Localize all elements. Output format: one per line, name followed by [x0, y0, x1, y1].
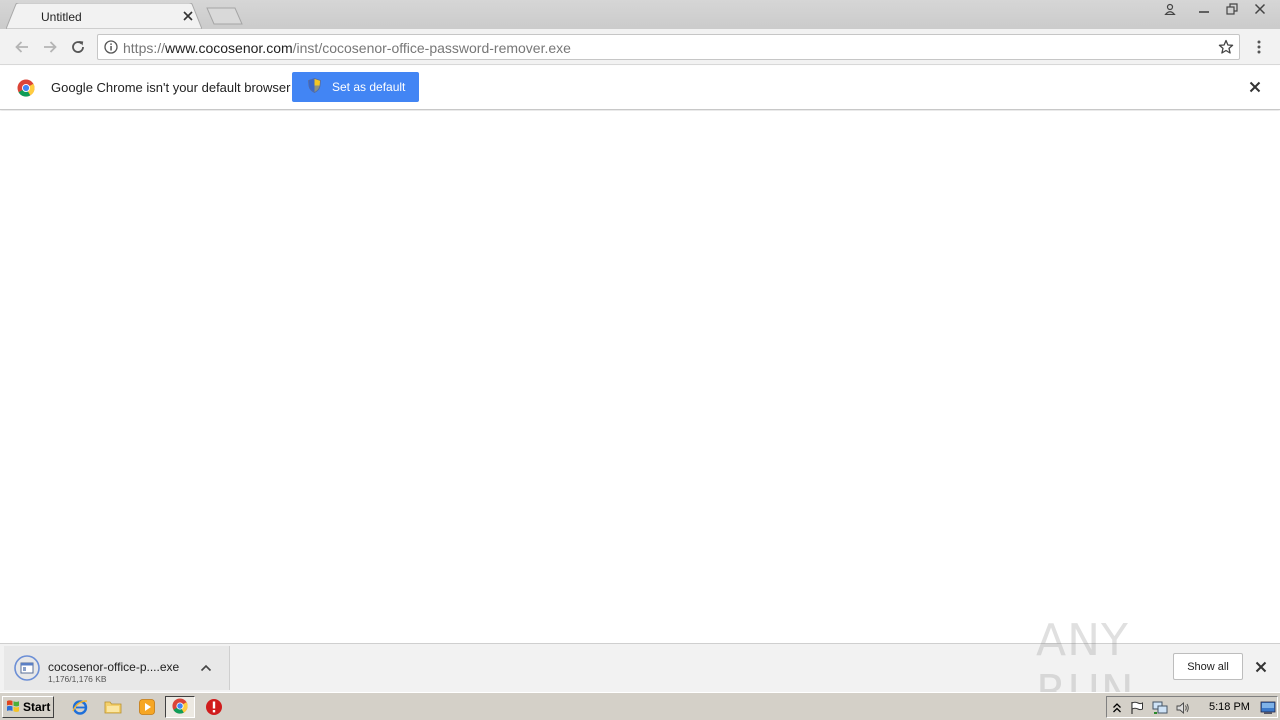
- folder-icon[interactable]: [103, 697, 123, 717]
- stop-icon[interactable]: [204, 697, 224, 717]
- browser-toolbar: https://www.cocosenor.com/inst/cocosenor…: [0, 29, 1280, 65]
- file-icon: [14, 655, 40, 684]
- system-tray: 5:18 PM: [1106, 696, 1278, 718]
- chrome-taskbar-icon: [172, 697, 188, 717]
- set-as-default-button[interactable]: Set as default: [292, 72, 419, 102]
- clock[interactable]: 5:18 PM: [1209, 701, 1250, 713]
- url-path: /inst/cocosenor-office-password-remover.…: [292, 40, 571, 56]
- volume-icon[interactable]: [1175, 700, 1191, 716]
- address-bar[interactable]: https://www.cocosenor.com/inst/cocosenor…: [97, 34, 1240, 60]
- start-flag-icon: [6, 699, 20, 716]
- show-all-button[interactable]: Show all: [1173, 653, 1243, 680]
- media-player-icon[interactable]: [137, 697, 157, 717]
- tab-close-icon[interactable]: [181, 9, 195, 23]
- tab-untitled[interactable]: Untitled: [6, 3, 202, 29]
- browser-window: Untitled https://www.cocosenor.com/inst/…: [0, 0, 1280, 720]
- page-content[interactable]: [0, 111, 1280, 643]
- tab-title: Untitled: [41, 10, 82, 24]
- star-icon[interactable]: [1218, 39, 1234, 58]
- forward-icon[interactable]: [40, 37, 60, 57]
- network-icon[interactable]: [1152, 700, 1168, 716]
- shield-icon: [308, 78, 321, 96]
- flag-icon[interactable]: [1129, 700, 1145, 716]
- download-item[interactable]: cocosenor-office-p....exe 1,176/1,176 KB: [4, 646, 230, 690]
- chrome-icon: [17, 79, 35, 100]
- back-icon[interactable]: [12, 37, 32, 57]
- ie-icon[interactable]: [70, 697, 90, 717]
- download-filename: cocosenor-office-p....exe: [48, 660, 180, 674]
- restore-icon[interactable]: [1218, 0, 1246, 18]
- user-icon[interactable]: [1156, 0, 1184, 18]
- set-as-default-label: Set as default: [332, 80, 406, 94]
- default-browser-infobar: Google Chrome isn't your default browser…: [0, 66, 1280, 110]
- minimize-icon[interactable]: [1190, 0, 1218, 18]
- chrome-taskbar-button[interactable]: [165, 696, 195, 718]
- url-host: www.cocosenor.com: [165, 40, 293, 56]
- tab-shape: [6, 3, 202, 29]
- start-label: Start: [23, 700, 51, 714]
- reload-icon[interactable]: [68, 37, 88, 57]
- info-icon[interactable]: [104, 40, 118, 57]
- desktop-icon[interactable]: [1260, 700, 1276, 716]
- start-button[interactable]: Start: [2, 696, 54, 718]
- infobar-close-icon[interactable]: [1248, 80, 1262, 97]
- chevron-up-tray-icon[interactable]: [1109, 700, 1125, 716]
- menu-icon[interactable]: [1250, 37, 1268, 57]
- new-tab-button[interactable]: [205, 7, 245, 25]
- window-controls: [1156, 0, 1274, 18]
- window-close-icon[interactable]: [1246, 0, 1274, 18]
- url-text[interactable]: https://www.cocosenor.com/inst/cocosenor…: [123, 40, 571, 56]
- chevron-up-icon[interactable]: [200, 662, 212, 676]
- download-progress: 1,176/1,176 KB: [48, 674, 107, 684]
- taskbar: Start 5:18 PM: [0, 692, 1280, 720]
- infobar-message: Google Chrome isn't your default browser: [51, 80, 291, 95]
- shelf-close-icon[interactable]: [1254, 660, 1268, 677]
- tab-strip: Untitled: [0, 0, 1280, 29]
- url-scheme: https://: [123, 40, 166, 56]
